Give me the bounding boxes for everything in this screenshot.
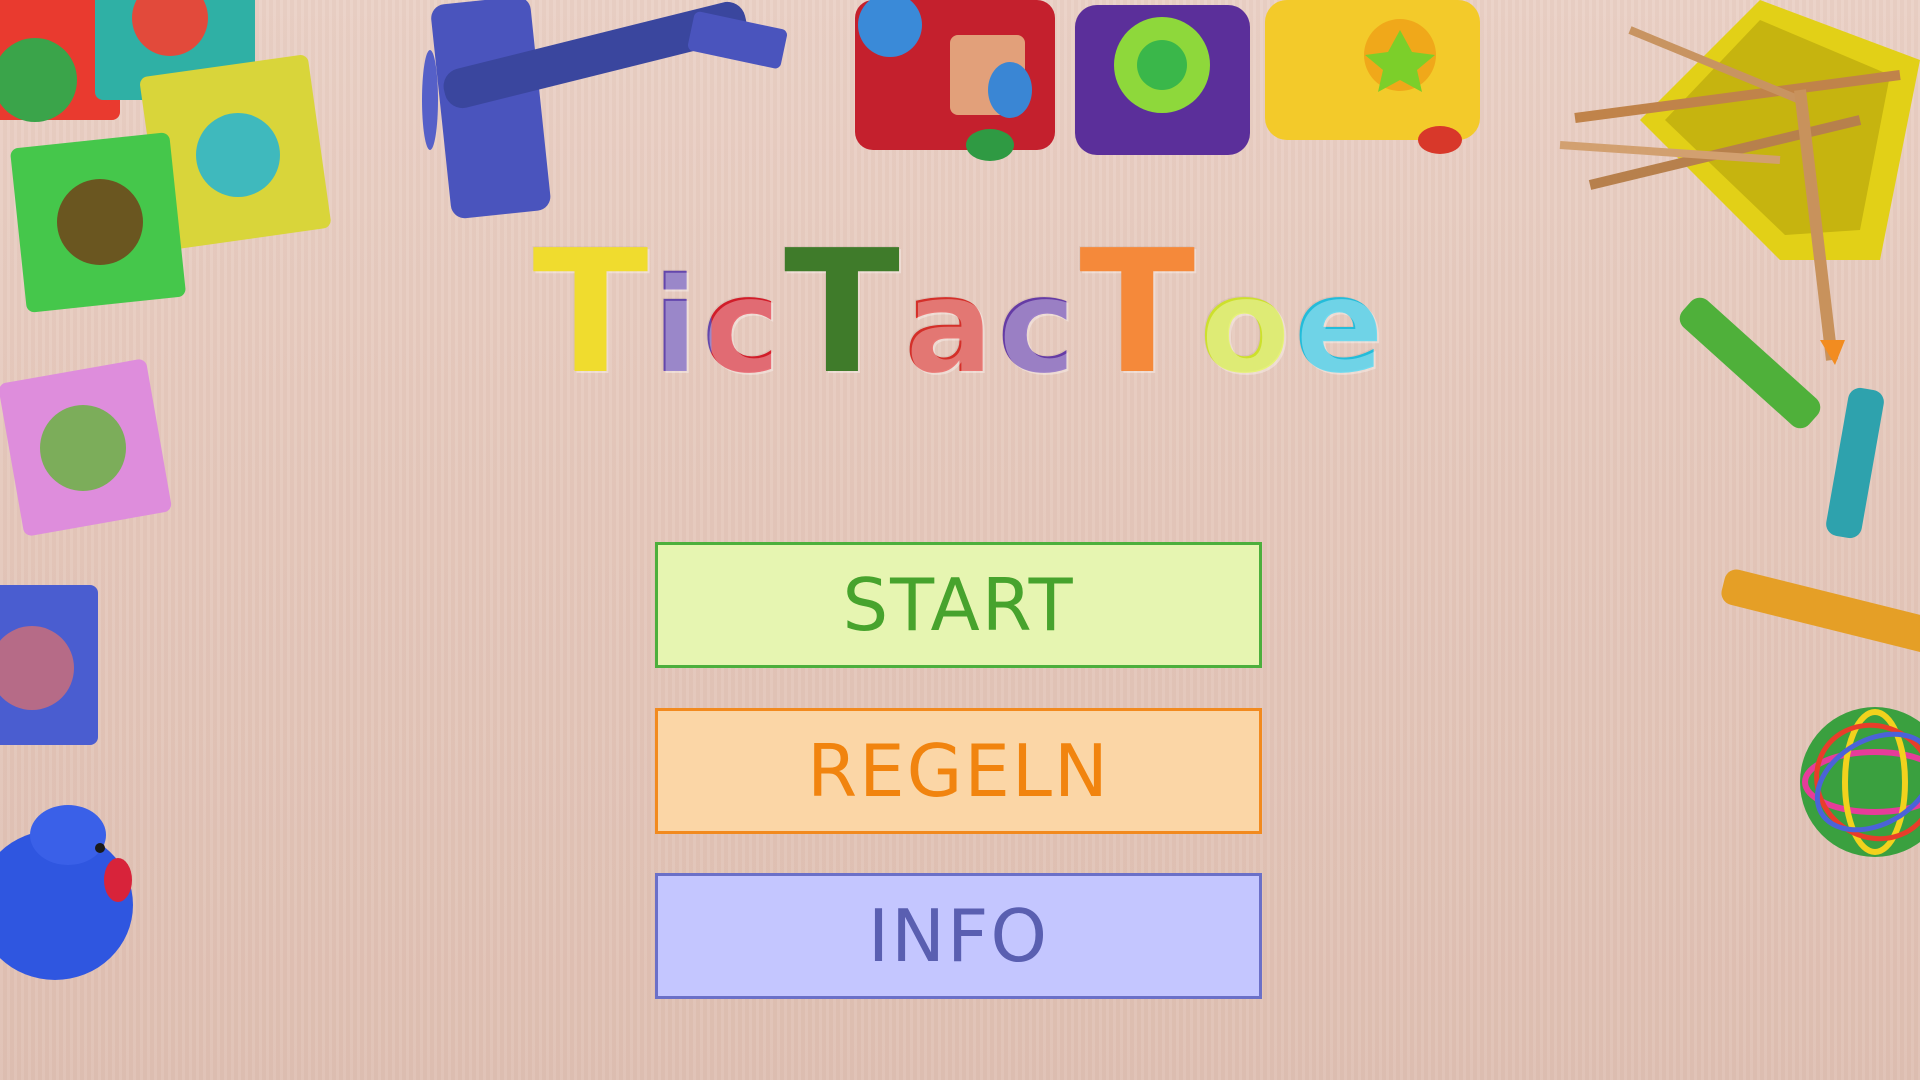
title-letters-ic: ic [652, 249, 784, 403]
info-button[interactable]: INFO [655, 873, 1262, 999]
rules-button-label: REGELN [807, 729, 1110, 813]
start-button-label: START [842, 563, 1075, 647]
title-letters-ac: ac [903, 249, 1080, 403]
main-menu-screen: TicTacToe START REGELN INFO [0, 0, 1920, 1080]
title-letter-t3: T [1079, 214, 1200, 412]
toy-train-icon [855, 0, 1480, 161]
rules-button[interactable]: REGELN [655, 708, 1262, 834]
toy-airplane-icon [422, 0, 787, 219]
title-letter-t1: T [532, 214, 653, 412]
rubber-duck-icon [0, 805, 133, 980]
title-letters-oe: oe [1199, 249, 1388, 403]
info-button-label: INFO [867, 894, 1050, 978]
game-title-tictactoe: TicTacToe [0, 228, 1920, 398]
yarn-ball-icon [1800, 707, 1920, 857]
start-button[interactable]: START [655, 542, 1262, 668]
title-letter-t2: T [783, 214, 904, 412]
